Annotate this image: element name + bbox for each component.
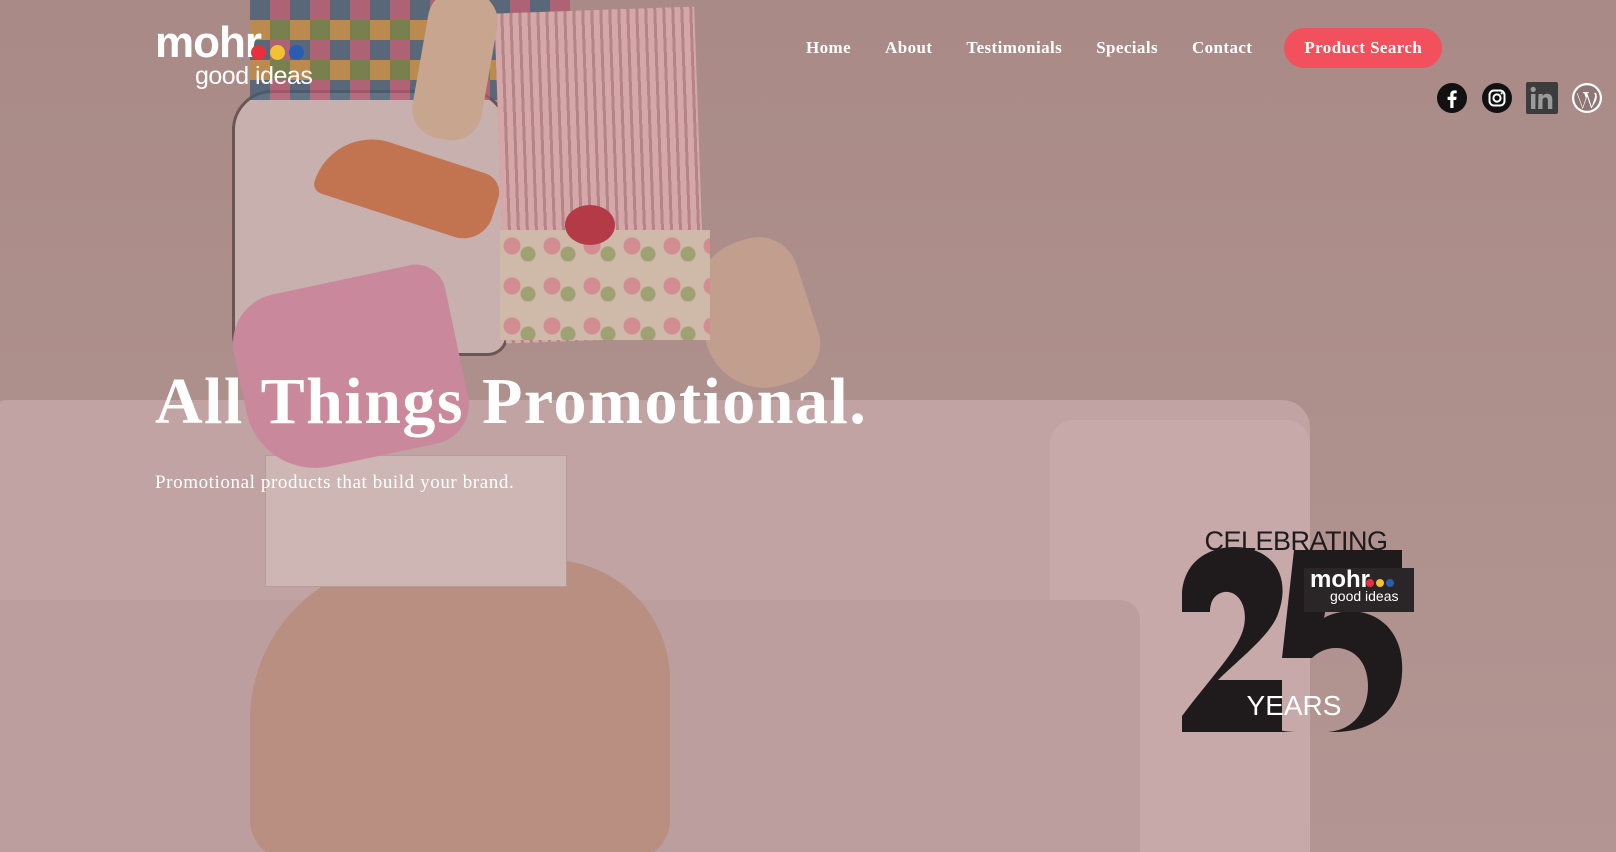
site-logo[interactable]: mohr good ideas xyxy=(155,18,315,92)
badge-years-text: YEARS xyxy=(1246,690,1342,721)
product-search-button[interactable]: Product Search xyxy=(1284,28,1443,68)
instagram-icon[interactable] xyxy=(1481,82,1513,114)
legs-shape xyxy=(250,560,670,852)
nav-testimonials[interactable]: Testimonials xyxy=(966,38,1062,58)
nav-about[interactable]: About xyxy=(885,38,932,58)
floral-bag-band-shape xyxy=(500,230,710,340)
logo-dot-yellow xyxy=(270,45,285,60)
celebrating-25-years-badge: CELEBRATING mohr good ideas YEARS xyxy=(1178,526,1414,736)
hero-title: All Things Promotional. xyxy=(155,365,868,438)
main-nav: Home About Testimonials Specials Contact… xyxy=(806,28,1443,68)
badge-logo: mohr good ideas xyxy=(1304,566,1414,612)
logo-dot-red xyxy=(251,45,266,60)
linkedin-icon[interactable] xyxy=(1526,82,1558,114)
nav-specials[interactable]: Specials xyxy=(1096,38,1158,58)
nav-contact[interactable]: Contact xyxy=(1192,38,1252,58)
badge-logo-tagline: good ideas xyxy=(1330,588,1399,604)
badge-logo-dot-red xyxy=(1366,579,1374,587)
social-links xyxy=(1436,82,1616,114)
logo-tagline: good ideas xyxy=(195,62,313,90)
logo-dot-blue xyxy=(289,45,304,60)
nav-home[interactable]: Home xyxy=(806,38,851,58)
logo-wordmark: mohr xyxy=(155,18,262,67)
facebook-icon[interactable] xyxy=(1436,82,1468,114)
badge-logo-dot-blue xyxy=(1386,579,1394,587)
badge-logo-dot-yellow xyxy=(1376,579,1384,587)
wordpress-icon[interactable] xyxy=(1571,82,1603,114)
bow-shape xyxy=(565,205,615,245)
hero-subtitle: Promotional products that build your bra… xyxy=(155,472,515,493)
